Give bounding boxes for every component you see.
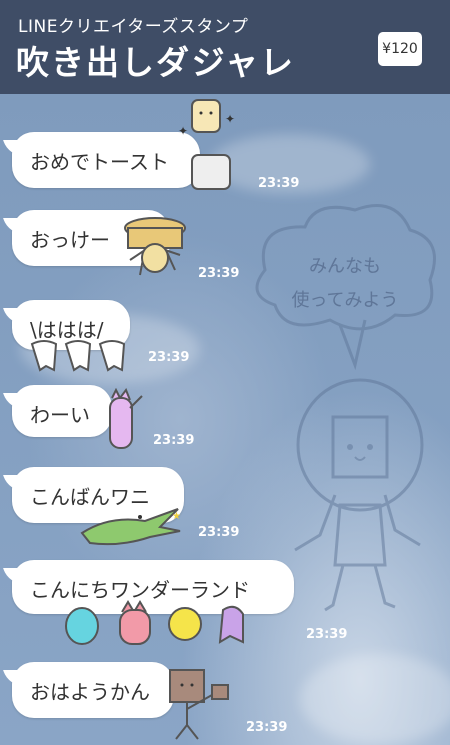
message-timestamp: 23:39 bbox=[258, 176, 300, 191]
message-text: おはようかん bbox=[30, 680, 150, 704]
yokan-character-icon bbox=[169, 669, 229, 740]
sticker-preview-screen: LINEクリエイターズスタンプ 吹き出しダジャレ ¥120 みんなも 使ってみよ… bbox=[0, 0, 450, 745]
message-timestamp: 23:39 bbox=[306, 627, 348, 642]
background-sample-text: みんなも 使ってみよう bbox=[280, 250, 410, 318]
svg-text:★: ★ bbox=[172, 511, 181, 522]
monsters-icon bbox=[65, 600, 244, 645]
svg-text:✦: ✦ bbox=[225, 112, 235, 126]
message-text: おっけー bbox=[30, 228, 110, 252]
header-subtitle: LINEクリエイターズスタンプ bbox=[18, 17, 249, 37]
sticker-pack-title: 吹き出しダジャレ bbox=[16, 43, 296, 82]
app-header: LINEクリエイターズスタンプ 吹き出しダジャレ ¥120 bbox=[0, 0, 450, 94]
message-text: わーい bbox=[30, 403, 90, 427]
message-bubble[interactable]: わーい bbox=[12, 385, 112, 437]
price-badge[interactable]: ¥120 bbox=[378, 32, 422, 66]
background-sample-line: みんなも bbox=[309, 256, 381, 277]
message-timestamp: 23:39 bbox=[198, 266, 240, 281]
crocodile-icon: ★ bbox=[80, 508, 181, 546]
message-timestamp: 23:39 bbox=[153, 433, 195, 448]
message-timestamp: 23:39 bbox=[198, 525, 240, 540]
cat-cheer-icon bbox=[109, 388, 143, 449]
background-sample-line: 使ってみよう bbox=[291, 290, 399, 311]
teeth-icon bbox=[30, 340, 126, 372]
toast-icon: ✦✦ bbox=[178, 99, 235, 190]
svg-text:✦: ✦ bbox=[178, 124, 188, 138]
message-timestamp: 23:39 bbox=[148, 350, 190, 365]
message-text: おめでトースト bbox=[30, 150, 169, 174]
tub-character-icon bbox=[124, 217, 186, 276]
message-timestamp: 23:39 bbox=[246, 720, 288, 735]
message-bubble[interactable]: おはようかん bbox=[12, 662, 174, 718]
